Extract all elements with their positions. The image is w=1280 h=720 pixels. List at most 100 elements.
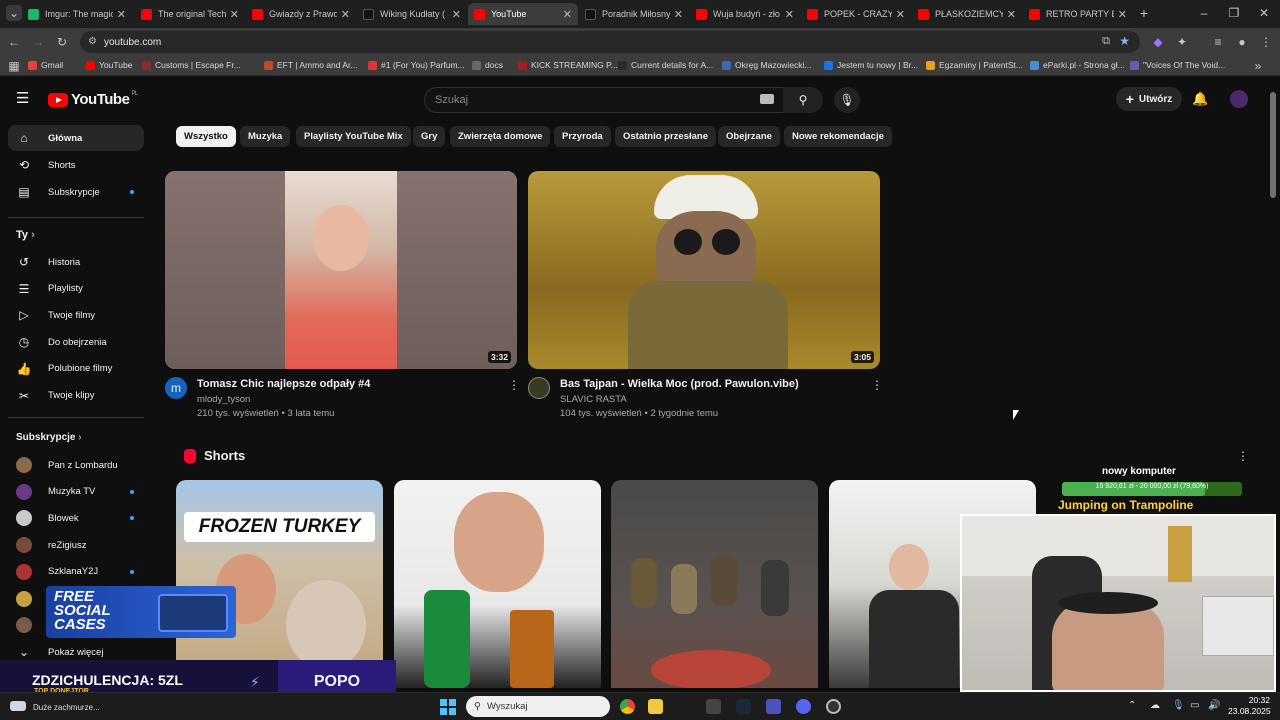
filter-chip[interactable]: Nowe rekomendacje: [784, 126, 892, 147]
tab-close-icon[interactable]: ✕: [674, 8, 683, 21]
sidebar-item[interactable]: ⌂ Główna: [8, 125, 144, 151]
bookmark-item[interactable]: #1 (For You) Parfum...: [368, 60, 465, 70]
sidebar-item[interactable]: ⟲ Shorts: [8, 152, 144, 178]
bookmark-item[interactable]: docs: [472, 60, 503, 70]
weather-text[interactable]: Duże zachmurze...: [33, 703, 100, 712]
short-thumbnail[interactable]: FROZEN TURKEY: [176, 480, 383, 688]
bookmark-item[interactable]: eParki.pl - Strona gł...: [1030, 60, 1125, 70]
channel-avatar[interactable]: [528, 377, 550, 399]
youtube-logo[interactable]: YouTube PL: [48, 91, 138, 108]
video-title[interactable]: Bas Tajpan - Wielka Moc (prod. Pawulon.v…: [560, 378, 799, 390]
video-title[interactable]: Tomasz Chic najlepsze odpały #4: [197, 378, 370, 390]
bookmark-item[interactable]: Okręg Mazowiecki...: [722, 60, 812, 70]
extension-icon[interactable]: ◆: [1150, 34, 1166, 50]
app-icon[interactable]: [826, 699, 841, 714]
bookmark-item[interactable]: Customs | Escape Fr...: [142, 60, 241, 70]
channel-avatar[interactable]: m: [165, 377, 187, 399]
new-tab-icon[interactable]: +: [1136, 5, 1152, 21]
tab-search-icon[interactable]: ⌄: [6, 5, 22, 21]
discord-icon[interactable]: [796, 699, 811, 714]
filter-chip[interactable]: Przyroda: [554, 126, 611, 147]
sidebar-item[interactable]: ▤ Subskrypcje: [8, 179, 144, 205]
site-info-icon[interactable]: ⚙: [88, 36, 97, 47]
tab-close-icon[interactable]: ✕: [341, 8, 350, 21]
create-button[interactable]: + Utwórz: [1116, 87, 1182, 111]
apps-grid-icon[interactable]: ▦: [6, 58, 22, 74]
sidebar-item[interactable]: ◷ Do obejrzenia: [8, 329, 144, 355]
sidebar-item[interactable]: 👍 Polubione filmy: [8, 356, 144, 382]
subscription-channel[interactable]: reZigiusz: [8, 532, 144, 558]
tab-close-icon[interactable]: ✕: [117, 8, 126, 21]
browser-tab[interactable]: Gwiazdy z Prawd ✕: [246, 3, 356, 25]
close-window-icon[interactable]: ✕: [1256, 5, 1272, 21]
network-icon[interactable]: ▭: [1190, 700, 1199, 711]
search-input[interactable]: Szukaj: [424, 87, 784, 113]
browser-tab[interactable]: POPEK - CRAZY (✕: [801, 3, 911, 25]
tab-close-icon[interactable]: ✕: [785, 8, 794, 21]
filter-chip[interactable]: Muzyka: [240, 126, 291, 147]
tab-close-icon[interactable]: ✕: [1007, 8, 1016, 21]
address-bar[interactable]: ⚙ youtube.com ⧉ ★: [80, 31, 1140, 53]
page-scrollbar[interactable]: [1270, 92, 1276, 198]
subscription-channel[interactable]: Pan z Lombardu: [8, 452, 144, 478]
profile-icon[interactable]: ●: [1234, 34, 1250, 50]
video-thumbnail[interactable]: 3:32: [165, 171, 517, 369]
subscriptions-heading[interactable]: Subskrypcje ›: [16, 432, 82, 443]
start-icon[interactable]: [440, 699, 456, 715]
filter-chip[interactable]: Obejrzane: [718, 126, 780, 147]
sidebar-item[interactable]: ▷ Twoje filmy: [8, 302, 144, 328]
microphone-icon[interactable]: 🎙: [1172, 700, 1185, 711]
more-actions-icon[interactable]: ⋮: [871, 378, 883, 392]
tray-chevron-icon[interactable]: ⌃: [1128, 700, 1136, 711]
restore-icon[interactable]: ❐: [1226, 5, 1242, 21]
bookmark-item[interactable]: KICK STREAMING P...: [518, 60, 618, 70]
more-actions-icon[interactable]: ⋮: [508, 378, 520, 392]
steam-icon[interactable]: [736, 699, 751, 714]
system-clock[interactable]: 20:32 23.08.2025: [1228, 695, 1271, 717]
short-thumbnail[interactable]: [394, 480, 601, 688]
volume-icon[interactable]: 🔊: [1208, 700, 1220, 711]
browser-tab[interactable]: Poradnik Miłosny ✕: [579, 3, 689, 25]
tab-close-icon[interactable]: ✕: [563, 8, 572, 21]
sidebar-item[interactable]: ↺ Historia: [8, 249, 144, 275]
media-control-icon[interactable]: ≡: [1210, 34, 1226, 50]
filter-chip[interactable]: Ostatnio przesłane: [615, 126, 716, 147]
sidebar-item[interactable]: ✂ Twoje klipy: [8, 383, 144, 409]
bookmark-star-icon[interactable]: ★: [1119, 34, 1130, 48]
video-channel[interactable]: SLAVIC RASTA: [560, 394, 627, 405]
account-avatar[interactable]: [1230, 90, 1248, 108]
short-thumbnail[interactable]: [611, 480, 818, 688]
reload-icon[interactable]: ↻: [54, 34, 70, 50]
you-heading[interactable]: Ty ›: [16, 229, 35, 241]
teams-icon[interactable]: [766, 699, 781, 714]
extensions-puzzle-icon[interactable]: ✦: [1174, 34, 1190, 50]
bookmark-item[interactable]: EFT | Ammo and Ar...: [264, 60, 357, 70]
browser-tab[interactable]: The original Techn ✕: [135, 3, 245, 25]
tab-close-icon[interactable]: ✕: [896, 8, 905, 21]
sidebar-item[interactable]: ☰ Playlisty: [8, 276, 144, 302]
bookmark-item[interactable]: YouTube: [86, 60, 132, 70]
browser-tab[interactable]: PŁASKOZIEMCY O ✕: [912, 3, 1022, 25]
tab-close-icon[interactable]: ✕: [1118, 8, 1127, 21]
taskbar-search-input[interactable]: ⚲ Wyszukaj: [466, 696, 610, 717]
forward-icon[interactable]: →: [30, 34, 46, 50]
tab-close-icon[interactable]: ✕: [230, 8, 239, 21]
bookmark-item[interactable]: Current details for A...: [618, 60, 713, 70]
tray-app-icon[interactable]: ☁: [1150, 700, 1160, 711]
shorts-more-icon[interactable]: ⋮: [1237, 449, 1249, 463]
file-explorer-icon[interactable]: [648, 699, 663, 714]
app-icon[interactable]: [706, 699, 721, 714]
weather-icon[interactable]: [10, 701, 26, 711]
install-app-icon[interactable]: ⧉: [1102, 35, 1110, 48]
keyboard-icon[interactable]: [760, 94, 774, 104]
voice-search-button[interactable]: 🎙: [834, 87, 860, 113]
subscription-channel[interactable]: Muzyka TV: [8, 479, 144, 505]
browser-tab[interactable]: RETRO PARTY EN ✕: [1023, 3, 1133, 25]
minimize-icon[interactable]: –: [1196, 5, 1212, 21]
tab-close-icon[interactable]: ✕: [452, 8, 461, 21]
more-bookmarks-icon[interactable]: »: [1250, 58, 1266, 74]
search-button[interactable]: ⚲: [783, 87, 823, 113]
back-icon[interactable]: ←: [6, 34, 22, 50]
bookmark-item[interactable]: Jestem tu nowy | Br...: [824, 60, 918, 70]
browser-tab[interactable]: YouTube ✕: [468, 3, 578, 25]
